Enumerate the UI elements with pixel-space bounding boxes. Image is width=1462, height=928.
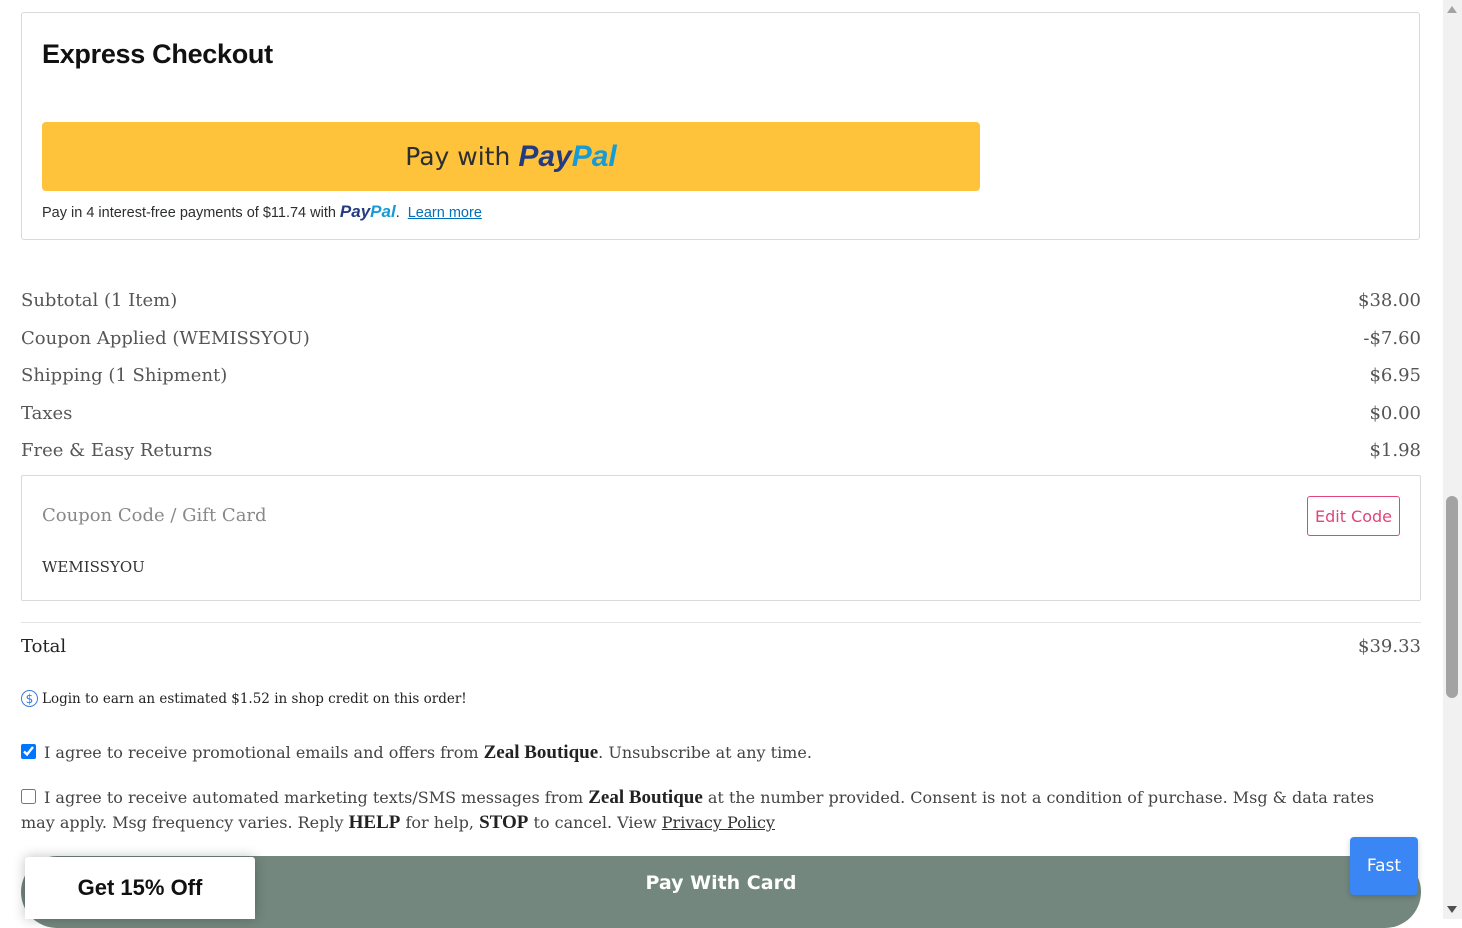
coupon-label: Coupon Code / Gift Card [42,505,267,526]
paypal-button-prefix: Pay with [405,142,511,171]
summary-row-coupon: Coupon Applied (WEMISSYOU) -$7.60 [21,328,1421,349]
summary-label: Shipping (1 Shipment) [21,365,228,386]
dollar-circle-icon: $ [21,690,38,707]
total-value: $39.33 [1358,636,1421,657]
summary-value: $1.98 [1369,440,1421,461]
email-consent-checkbox[interactable] [21,744,36,759]
sms-consent-checkbox[interactable] [21,789,36,804]
checkout-page: Express Checkout Pay with PayPal Pay in … [0,0,1443,928]
total-row: Total $39.33 [21,636,1421,657]
summary-label: Free & Easy Returns [21,440,213,461]
coupon-code-value: WEMISSYOU [42,558,145,576]
summary-row-subtotal: Subtotal (1 Item) $38.00 [21,290,1421,311]
total-label: Total [21,636,67,657]
shop-credit-text: Login to earn an estimated $1.52 in shop… [42,690,467,707]
privacy-policy-link[interactable]: Privacy Policy [662,813,775,832]
summary-value: $6.95 [1369,365,1421,386]
summary-value: $0.00 [1369,403,1421,424]
summary-value: $38.00 [1358,290,1421,311]
paypal-button[interactable]: Pay with PayPal [42,122,980,191]
get-discount-tab[interactable]: Get 15% Off [25,857,255,919]
stop-keyword: STOP [479,812,529,833]
summary-value: -$7.60 [1363,328,1421,349]
vertical-scrollbar[interactable] [1443,0,1462,919]
summary-label: Subtotal (1 Item) [21,290,178,311]
paylater-text: Pay in 4 interest-free payments of $11.7… [42,205,336,221]
express-checkout-title: Express Checkout [42,39,273,69]
paypal-logo-icon: PayPal [518,139,617,173]
shop-credit-message: $ Login to earn an estimated $1.52 in sh… [21,690,467,707]
paylater-message: Pay in 4 interest-free payments of $11.7… [42,202,482,221]
express-checkout-card: Express Checkout Pay with PayPal Pay in … [21,12,1420,240]
summary-row-shipping: Shipping (1 Shipment) $6.95 [21,365,1421,386]
fast-checkout-button[interactable]: Fast [1350,837,1418,895]
scrollbar-thumb[interactable] [1446,496,1458,698]
brand-name: Zeal Boutique [588,787,703,808]
summary-label: Coupon Applied (WEMISSYOU) [21,328,310,349]
scroll-down-arrow-icon[interactable] [1447,906,1457,913]
summary-row-returns: Free & Easy Returns $1.98 [21,440,1421,461]
sms-consent: I agree to receive automated marketing t… [21,787,1375,833]
learn-more-link[interactable]: Learn more [408,205,482,221]
summary-label: Taxes [21,403,73,424]
summary-row-taxes: Taxes $0.00 [21,403,1421,424]
edit-code-button[interactable]: Edit Code [1307,496,1400,536]
scroll-up-arrow-icon[interactable] [1447,6,1457,13]
total-divider [21,622,1421,623]
help-keyword: HELP [348,812,401,833]
paypal-small-logo-icon: PayPal [339,202,396,221]
email-consent: I agree to receive promotional emails an… [21,740,1411,765]
coupon-box: Coupon Code / Gift Card WEMISSYOU Edit C… [21,475,1421,601]
brand-name: Zeal Boutique [483,742,599,763]
